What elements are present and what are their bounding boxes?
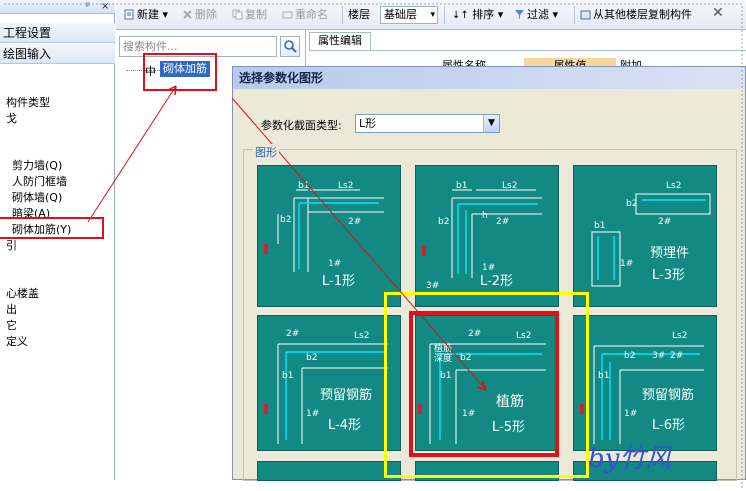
watermark-signature: by竹风 <box>588 444 672 474</box>
annotation-arrows <box>4 3 743 488</box>
group-label: 图形 <box>253 144 279 160</box>
app-window: ᵖ × 工程设置 绘图输入 构件类型 戈 剪力墙(Q) 人防门框墙 砌体墙(Q)… <box>0 0 746 491</box>
